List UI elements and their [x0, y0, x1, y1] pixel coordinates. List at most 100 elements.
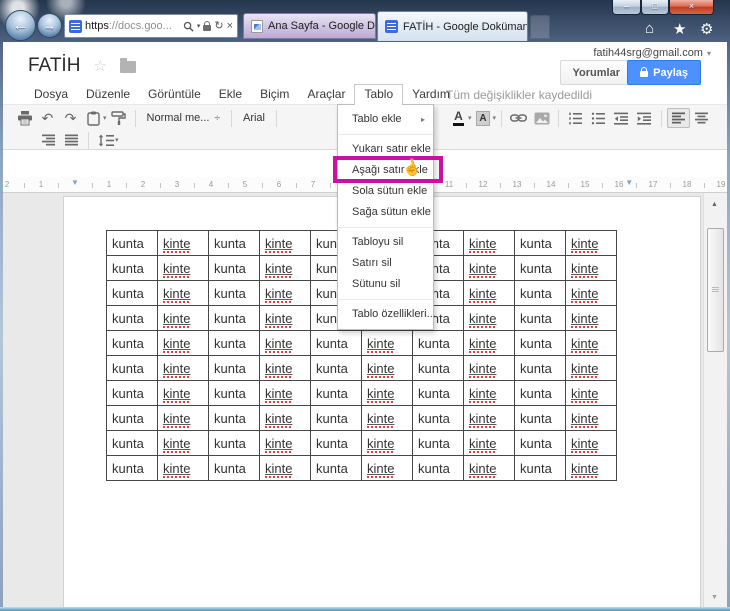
menu-item-tablo-özellikleri[interactable]: Tablo özellikleri... — [338, 304, 436, 325]
table-cell[interactable]: kinte — [259, 355, 311, 381]
search-icon[interactable] — [183, 21, 194, 32]
table-cell[interactable]: kunta — [412, 455, 464, 481]
table-cell[interactable]: kunta — [514, 330, 566, 356]
right-margin-marker[interactable]: ▼ — [625, 178, 633, 187]
table-cell[interactable]: kinte — [157, 380, 209, 406]
table-cell[interactable]: kunta — [106, 380, 158, 406]
table-cell[interactable]: kinte — [259, 430, 311, 456]
highlight-caret-icon[interactable]: ▾ — [493, 114, 497, 122]
table-cell[interactable]: kinte — [565, 255, 617, 281]
paint-format-icon[interactable] — [107, 108, 130, 128]
decrease-indent-icon[interactable] — [610, 108, 633, 128]
table-cell[interactable]: kinte — [259, 255, 311, 281]
insert-link-icon[interactable] — [507, 108, 530, 128]
font-dropdown[interactable]: Arial — [237, 112, 271, 124]
numbered-list-icon[interactable] — [564, 108, 587, 128]
folder-icon[interactable] — [119, 58, 136, 73]
menubar-item-düzenle[interactable]: Düzenle — [77, 85, 139, 104]
table-cell[interactable]: kunta — [310, 455, 362, 481]
table-cell[interactable]: kinte — [361, 430, 413, 456]
menu-item-sağa-sütun-ekle[interactable]: Sağa sütun ekle — [338, 202, 433, 223]
table-cell[interactable]: kunta — [310, 355, 362, 381]
menu-item-satırı-sil[interactable]: Satırı sil — [338, 253, 433, 274]
table-cell[interactable]: kunta — [514, 230, 566, 256]
line-spacing-caret-icon[interactable]: ▾ — [115, 136, 119, 144]
table-cell[interactable]: kunta — [514, 405, 566, 431]
table-cell[interactable]: kinte — [157, 280, 209, 306]
account-menu[interactable]: fatih44srg@gmail.com ▾ — [593, 47, 711, 59]
table-cell[interactable]: kinte — [259, 305, 311, 331]
table-cell[interactable]: kunta — [412, 405, 464, 431]
table-cell[interactable]: kunta — [208, 455, 260, 481]
stop-icon[interactable]: × — [227, 20, 233, 32]
table-cell[interactable]: kinte — [565, 280, 617, 306]
table-cell[interactable]: kinte — [361, 455, 413, 481]
table-cell[interactable]: kunta — [106, 405, 158, 431]
forward-button[interactable]: → — [37, 13, 62, 38]
left-indent-marker[interactable]: ▼ — [71, 178, 79, 187]
back-button[interactable]: ← — [5, 10, 36, 41]
menu-item-tabloyu-sil[interactable]: Tabloyu sil — [338, 232, 433, 253]
table-cell[interactable]: kunta — [208, 330, 260, 356]
undo-icon[interactable]: ↶ — [36, 108, 59, 128]
table-cell[interactable]: kinte — [157, 230, 209, 256]
scroll-up-icon[interactable]: ▲ — [711, 201, 718, 208]
table-cell[interactable]: kunta — [208, 230, 260, 256]
table-cell[interactable]: kunta — [106, 280, 158, 306]
table-cell[interactable]: kunta — [106, 455, 158, 481]
text-color-icon[interactable]: A — [447, 108, 470, 128]
table-cell[interactable]: kunta — [106, 330, 158, 356]
table-cell[interactable]: kinte — [259, 330, 311, 356]
increase-indent-icon[interactable] — [633, 108, 656, 128]
highlight-color-icon[interactable]: A — [472, 108, 495, 128]
table-cell[interactable]: kinte — [157, 455, 209, 481]
line-spacing-icon[interactable] — [94, 130, 117, 150]
table-cell[interactable]: kunta — [106, 355, 158, 381]
menubar-item-dosya[interactable]: Dosya — [25, 85, 77, 104]
web-clipboard-icon[interactable] — [82, 108, 105, 128]
table-cell[interactable]: kunta — [310, 380, 362, 406]
menubar-item-tablo[interactable]: Tablo — [354, 84, 404, 105]
table-cell[interactable]: kinte — [565, 405, 617, 431]
table-cell[interactable]: kunta — [514, 380, 566, 406]
print-icon[interactable] — [13, 108, 36, 128]
new-tab-stub[interactable] — [530, 15, 550, 39]
table-cell[interactable]: kinte — [259, 455, 311, 481]
table-cell[interactable]: kunta — [412, 380, 464, 406]
table-cell[interactable]: kunta — [106, 305, 158, 331]
align-center-icon[interactable] — [690, 108, 713, 128]
scrollbar[interactable]: ▲ ▼ — [703, 193, 727, 607]
align-left-icon[interactable] — [667, 108, 691, 128]
table-cell[interactable]: kunta — [412, 330, 464, 356]
table-cell[interactable]: kinte — [565, 330, 617, 356]
table-cell[interactable]: kinte — [463, 455, 515, 481]
table-cell[interactable]: kunta — [514, 355, 566, 381]
comments-button[interactable]: Yorumlar — [559, 60, 633, 85]
table-cell[interactable]: kunta — [208, 355, 260, 381]
table-cell[interactable]: kinte — [157, 355, 209, 381]
home-icon[interactable]: ⌂ — [645, 20, 654, 37]
justify-icon[interactable] — [60, 130, 83, 150]
table-cell[interactable]: kinte — [157, 405, 209, 431]
table-cell[interactable]: kinte — [463, 255, 515, 281]
table-cell[interactable]: kinte — [157, 330, 209, 356]
menubar-item-görüntüle[interactable]: Görüntüle — [139, 85, 210, 104]
table-cell[interactable]: kunta — [412, 430, 464, 456]
table-cell[interactable]: kunta — [412, 355, 464, 381]
table-cell[interactable]: kunta — [310, 330, 362, 356]
table-cell[interactable]: kinte — [463, 380, 515, 406]
redo-icon[interactable]: ↷ — [59, 108, 82, 128]
table-cell[interactable]: kinte — [157, 305, 209, 331]
table-cell[interactable]: kunta — [208, 380, 260, 406]
table-cell[interactable]: kinte — [565, 430, 617, 456]
menu-item-tablo-ekle[interactable]: Tablo ekle ▸ — [338, 109, 433, 130]
bulleted-list-icon[interactable] — [587, 108, 610, 128]
table-cell[interactable]: kinte — [565, 455, 617, 481]
menubar-item-ekle[interactable]: Ekle — [210, 85, 251, 104]
table-cell[interactable]: kunta — [106, 255, 158, 281]
refresh-icon[interactable]: ↻ — [214, 20, 223, 32]
table-cell[interactable]: kinte — [463, 405, 515, 431]
table-cell[interactable]: kinte — [259, 230, 311, 256]
table-cell[interactable]: kinte — [361, 330, 413, 356]
scroll-down-icon[interactable]: ▼ — [711, 594, 718, 601]
